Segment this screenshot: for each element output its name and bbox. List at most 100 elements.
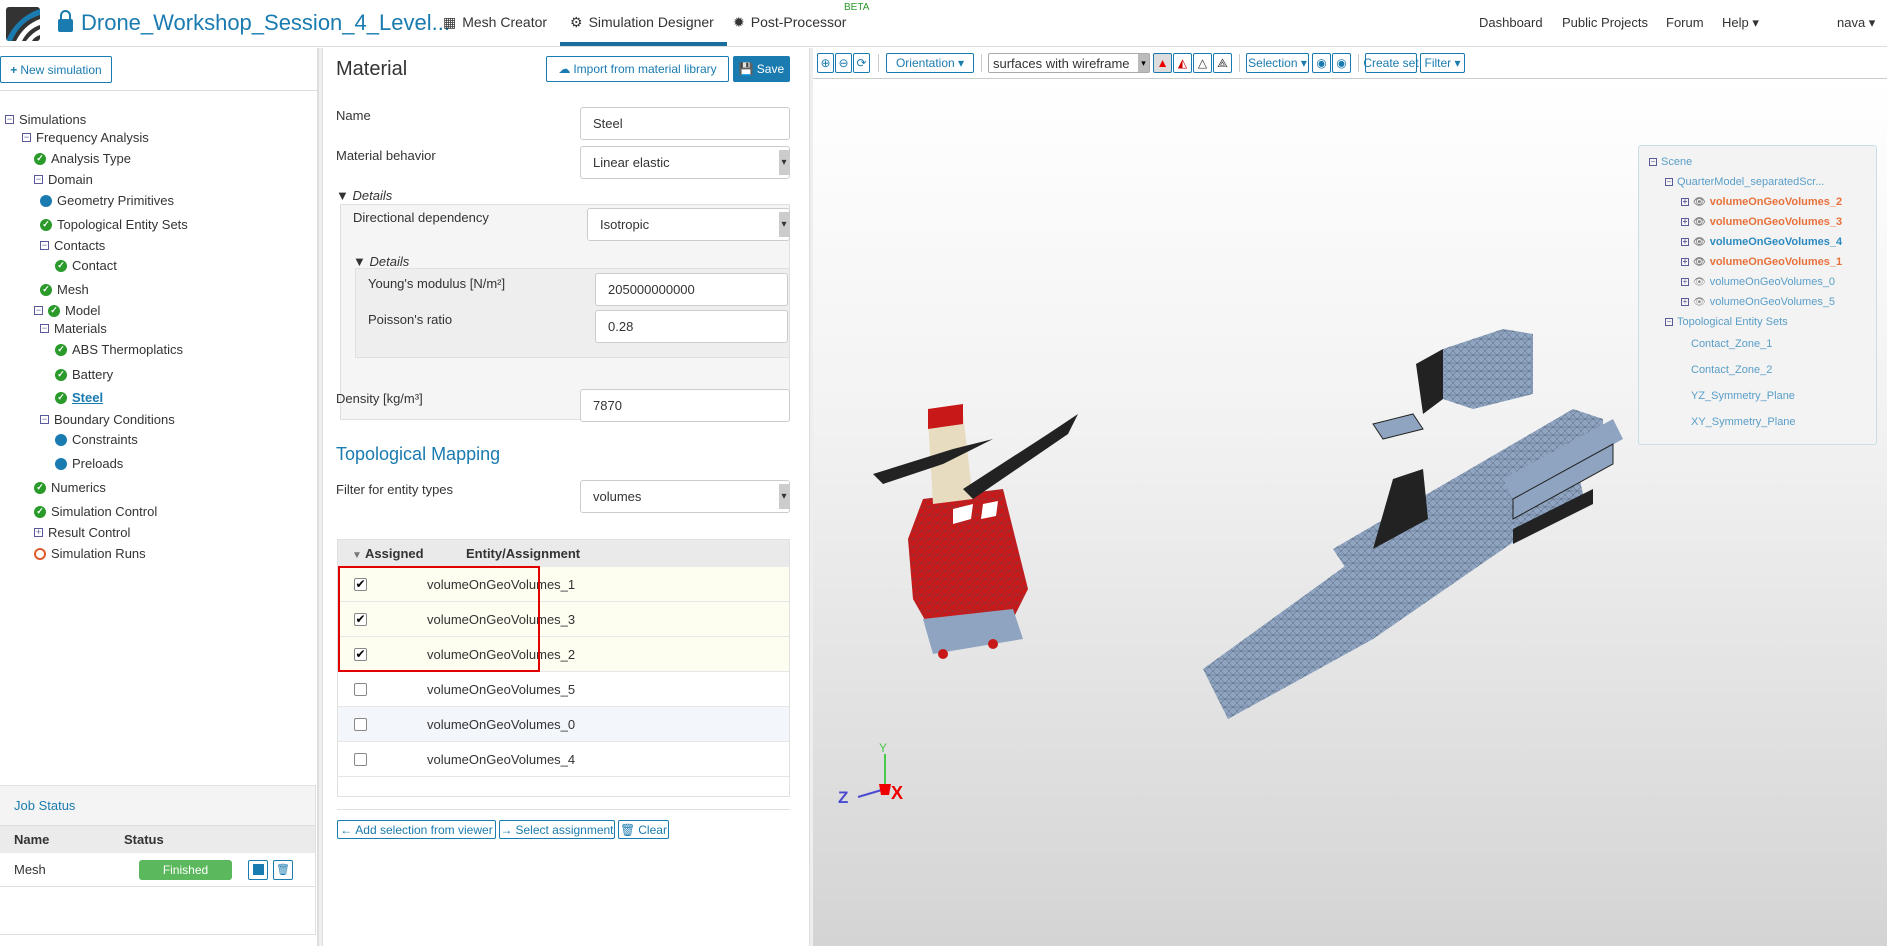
select-assignment-button[interactable]: → Select assignment: [499, 820, 615, 839]
scene-root[interactable]: − Scene: [1649, 156, 1692, 168]
scene-set[interactable]: XY_Symmetry_Plane: [1691, 416, 1796, 428]
tree-item[interactable]: − Boundary Conditions: [40, 412, 175, 427]
reset-view-button[interactable]: ⟳: [853, 53, 870, 73]
delete-job-button[interactable]: 🗑: [273, 859, 293, 880]
nav-forum[interactable]: Forum: [1666, 15, 1704, 30]
eye-icon[interactable]: 👁: [1693, 217, 1706, 228]
name-input[interactable]: Steel: [580, 107, 790, 140]
render-wireframe-surface-button[interactable]: ◭: [1173, 53, 1192, 73]
tree-item[interactable]: − Domain: [34, 172, 93, 187]
scene-set[interactable]: YZ_Symmetry_Plane: [1691, 390, 1795, 402]
expand-icon[interactable]: +: [34, 528, 43, 537]
save-button[interactable]: 💾 Save: [733, 56, 790, 82]
scene-volume[interactable]: + 👁 volumeOnGeoVolumes_5: [1681, 296, 1835, 308]
collapse-icon[interactable]: −: [1665, 318, 1673, 326]
tree-item[interactable]: ✓ ABS Thermoplatics: [55, 342, 183, 357]
orientation-dropdown[interactable]: Orientation ▾: [886, 53, 974, 73]
tree-item[interactable]: Simulation Runs: [34, 546, 146, 561]
poisson-ratio-input[interactable]: 0.28: [595, 310, 788, 343]
eye-icon[interactable]: 👁: [1693, 257, 1706, 268]
entity-filter-select[interactable]: volumes: [580, 480, 790, 513]
expand-icon[interactable]: +: [1681, 198, 1689, 206]
expand-icon[interactable]: +: [1681, 218, 1689, 226]
tree-item[interactable]: + Result Control: [34, 525, 130, 540]
nav-help-menu[interactable]: Help ▾: [1722, 15, 1759, 31]
add-selection-button[interactable]: ← Add selection from viewer: [337, 820, 496, 839]
scene-sets[interactable]: − Topological Entity Sets: [1665, 316, 1788, 328]
nav-simulation-designer[interactable]: ⚙ Simulation Designer: [570, 14, 714, 31]
scene-volume[interactable]: + 👁 volumeOnGeoVolumes_4: [1681, 236, 1842, 248]
tree-item[interactable]: ✓ Numerics: [34, 480, 106, 495]
scene-volume[interactable]: + 👁 volumeOnGeoVolumes_3: [1681, 216, 1842, 228]
nav-post-processor[interactable]: ✹ Post-Processor: [733, 14, 846, 31]
scene-model[interactable]: − QuarterModel_separatedScr...: [1665, 176, 1824, 188]
scene-set[interactable]: Contact_Zone_1: [1691, 338, 1772, 350]
tree-item[interactable]: − ✓ Model: [34, 303, 100, 318]
tree-item[interactable]: ✓ Mesh: [40, 282, 89, 297]
render-solid-button[interactable]: ▲: [1153, 53, 1172, 73]
user-menu[interactable]: nava ▾: [1837, 15, 1875, 31]
render-wireframe-button[interactable]: △: [1193, 53, 1212, 73]
render-points-button[interactable]: ⟁: [1213, 53, 1232, 73]
eye-icon[interactable]: 👁: [1693, 197, 1706, 208]
collapse-icon[interactable]: −: [1649, 158, 1657, 166]
tree-item[interactable]: Geometry Primitives: [40, 193, 174, 208]
tree-item[interactable]: − Contacts: [40, 238, 105, 253]
clear-button[interactable]: 🗑 Clear: [618, 820, 669, 839]
eye-icon[interactable]: 👁: [1693, 297, 1706, 308]
tree-item[interactable]: − Materials: [40, 321, 107, 336]
youngs-modulus-input[interactable]: 205000000000: [595, 273, 788, 306]
tree-item[interactable]: ✓ Contact: [55, 258, 117, 273]
app-logo[interactable]: [6, 7, 40, 41]
directional-select[interactable]: Isotropic: [587, 208, 790, 241]
tree-item[interactable]: ✓ Battery: [55, 367, 113, 382]
density-input[interactable]: 7870: [580, 389, 790, 422]
scene-volume[interactable]: + 👁 volumeOnGeoVolumes_1: [1681, 256, 1842, 268]
eye-icon[interactable]: 👁: [1693, 237, 1706, 248]
nav-mesh-creator[interactable]: ▦ Mesh Creator: [443, 14, 547, 31]
hide-selected-button[interactable]: ◉: [1312, 53, 1331, 73]
import-material-button[interactable]: ☁ Import from material library: [546, 56, 729, 82]
tree-item[interactable]: Constraints: [55, 432, 138, 447]
nav-dashboard[interactable]: Dashboard: [1479, 15, 1543, 30]
scene-volume[interactable]: + 👁 volumeOnGeoVolumes_2: [1681, 196, 1842, 208]
tree-item[interactable]: ✓ Analysis Type: [34, 151, 131, 166]
show-all-button[interactable]: ◉: [1332, 53, 1351, 73]
eye-icon[interactable]: 👁: [1693, 277, 1706, 288]
collapse-icon[interactable]: −: [40, 324, 49, 333]
collapse-icon[interactable]: −: [40, 241, 49, 250]
expand-icon[interactable]: +: [1681, 238, 1689, 246]
assigned-checkbox[interactable]: [354, 682, 367, 696]
filter-dropdown[interactable]: Filter ▾: [1420, 53, 1465, 73]
assigned-checkbox[interactable]: [354, 752, 367, 766]
create-set-button[interactable]: Create set: [1363, 53, 1419, 73]
tree-item[interactable]: ✓ Topological Entity Sets: [40, 217, 188, 232]
collapse-icon[interactable]: −: [40, 415, 49, 424]
behavior-select[interactable]: Linear elastic: [580, 146, 790, 179]
scene-volume[interactable]: + 👁 volumeOnGeoVolumes_0: [1681, 276, 1835, 288]
collapse-icon[interactable]: −: [22, 133, 31, 142]
nav-public-projects[interactable]: Public Projects: [1562, 15, 1648, 30]
expand-icon[interactable]: +: [1681, 258, 1689, 266]
render-mode-select[interactable]: surfaces with wireframe ▾: [988, 53, 1150, 73]
assigned-checkbox[interactable]: [354, 717, 367, 731]
collapse-icon[interactable]: −: [1665, 178, 1673, 186]
expand-icon[interactable]: +: [1681, 298, 1689, 306]
selection-dropdown[interactable]: Selection ▾: [1246, 53, 1309, 73]
tree-item[interactable]: ✓ Simulation Control: [34, 504, 157, 519]
stop-button[interactable]: [248, 859, 268, 880]
tree-item[interactable]: − Simulations: [5, 112, 86, 127]
scene-set[interactable]: Contact_Zone_2: [1691, 364, 1772, 376]
expand-icon[interactable]: +: [1681, 278, 1689, 286]
details-toggle[interactable]: ▼ Details: [336, 188, 392, 203]
collapse-icon[interactable]: −: [34, 175, 43, 184]
viewer-canvas[interactable]: Y Z X − Scene − QuarterModel_separatedScr..…: [813, 79, 1887, 946]
tree-item[interactable]: − Frequency Analysis: [22, 130, 149, 145]
project-title[interactable]: Drone_Workshop_Session_4_Level...: [58, 10, 450, 36]
tree-item[interactable]: Preloads: [55, 456, 123, 471]
collapse-icon[interactable]: −: [5, 115, 14, 124]
zoom-out-button[interactable]: ⊖: [835, 53, 852, 73]
tree-item[interactable]: ✓ Steel: [55, 390, 103, 405]
zoom-in-button[interactable]: ⊕: [817, 53, 834, 73]
new-simulation-button[interactable]: + New simulation: [0, 56, 112, 83]
